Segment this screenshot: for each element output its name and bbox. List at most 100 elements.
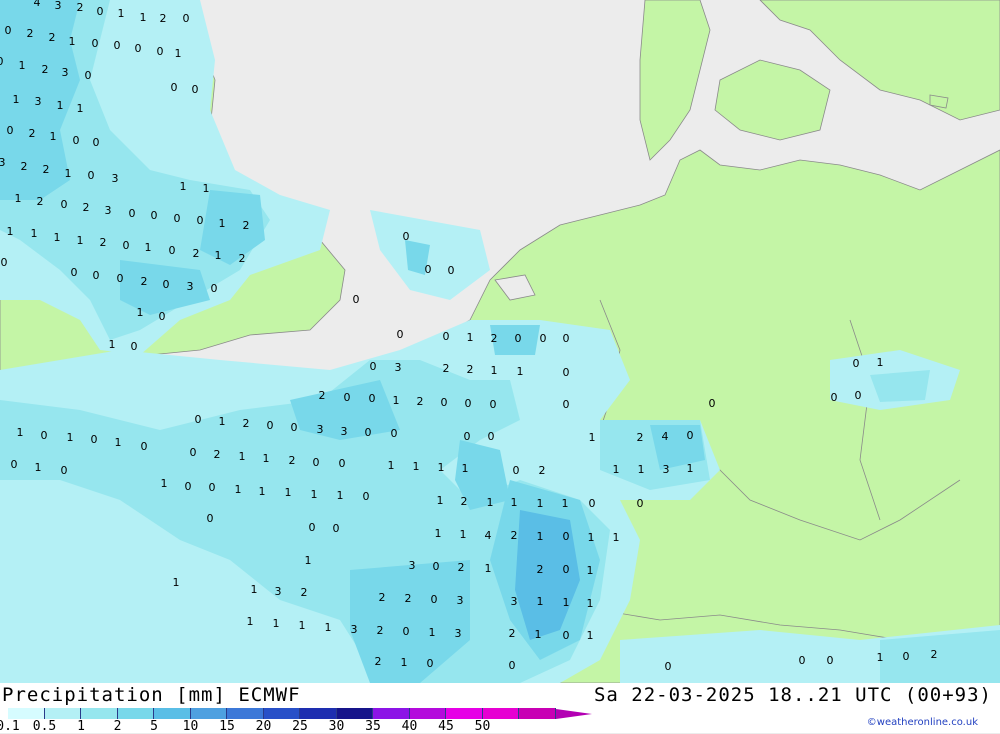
legend-swatch (446, 708, 483, 719)
precip-value-label: 0 (61, 198, 68, 211)
precip-value-label: 1 (393, 394, 400, 407)
legend-tick-label: 2 (113, 719, 122, 734)
precip-value-label: 0 (71, 266, 78, 279)
precip-value-label: 1 (54, 231, 61, 244)
precip-value-label: 3 (35, 95, 42, 108)
precip-value-label: 1 (638, 463, 645, 476)
precip-value-label: 1 (401, 656, 408, 669)
precip-value-label: 0 (0, 55, 4, 68)
precip-value-label: 1 (877, 356, 884, 369)
precip-value-label: 1 (69, 35, 76, 48)
precip-value-label: 0 (41, 429, 48, 442)
precip-value-label: 0 (91, 433, 98, 446)
legend-swatch (81, 708, 118, 719)
precip-value-label: 0 (97, 5, 104, 18)
precip-value-label: 1 (462, 462, 469, 475)
precip-value-label: 0 (192, 83, 199, 96)
precip-value-label: 0 (464, 430, 471, 443)
precip-value-label: 1 (485, 562, 492, 575)
precip-value-label: 0 (391, 427, 398, 440)
legend-tick-label: 10 (182, 719, 199, 734)
precip-value-label: 1 (589, 431, 596, 444)
legend-tick-label: 35 (365, 719, 381, 734)
precip-value-label: 0 (903, 650, 910, 663)
precip-value-label: 2 (243, 417, 250, 430)
precip-value-label: 2 (77, 1, 84, 14)
precip-value-label: 1 (118, 7, 125, 20)
precip-value-label: 0 (1, 256, 8, 269)
precip-value-label: 1 (173, 576, 180, 589)
precip-value-label: 1 (215, 249, 222, 262)
precip-value-label: 1 (535, 628, 542, 641)
precip-value-label: 4 (34, 0, 41, 9)
precip-value-label: 1 (487, 496, 494, 509)
precip-value-label: 1 (175, 47, 182, 60)
precip-value-label: 1 (587, 629, 594, 642)
precip-value-label: 0 (563, 629, 570, 642)
precip-value-label: 0 (169, 244, 176, 257)
precip-value-label: 1 (203, 182, 210, 195)
precip-value-label: 0 (443, 330, 450, 343)
precip-value-label: 1 (438, 461, 445, 474)
precip-value-label: 0 (197, 214, 204, 227)
precip-value-label: 0 (563, 530, 570, 543)
precip-value-label: 1 (613, 463, 620, 476)
precip-value-label: 0 (853, 357, 860, 370)
precip-value-label: 1 (247, 615, 254, 628)
precip-value-label: 1 (537, 530, 544, 543)
precip-value-label: 2 (637, 431, 644, 444)
precip-value-label: 0 (190, 446, 197, 459)
precip-value-label: 3 (395, 361, 402, 374)
precip-value-label: 1 (145, 241, 152, 254)
precip-value-label: 1 (429, 626, 436, 639)
precip-value-label: 3 (351, 623, 358, 636)
precip-value-label: 1 (77, 234, 84, 247)
precip-value-label: 1 (67, 431, 74, 444)
precip-value-label: 2 (467, 363, 474, 376)
precip-value-label: 1 (325, 621, 332, 634)
precip-value-label: 1 (305, 554, 312, 567)
precip-value-label: 1 (251, 583, 258, 596)
precip-value-label: 1 (235, 483, 242, 496)
precip-value-label: 0 (448, 264, 455, 277)
precip-value-label: 1 (437, 494, 444, 507)
precip-value-label: 1 (687, 462, 694, 475)
precip-value-label: 0 (563, 366, 570, 379)
precip-value-label: 4 (662, 430, 669, 443)
precip-value-label: 2 (931, 648, 938, 661)
precip-value-label: 1 (587, 564, 594, 577)
precip-value-label: 1 (273, 617, 280, 630)
precip-value-label: 2 (461, 495, 468, 508)
legend-swatch (336, 708, 373, 719)
precip-value-label: 1 (587, 597, 594, 610)
precip-value-label: 0 (114, 39, 121, 52)
precip-value-label: 2 (83, 201, 90, 214)
precip-value-label: 2 (42, 63, 49, 76)
precip-value-label: 3 (317, 423, 324, 436)
precip-value-label: 2 (243, 219, 250, 232)
precip-value-label: 0 (291, 421, 298, 434)
credit-link[interactable]: ©weatheronline.co.uk (867, 717, 978, 728)
precip-value-label: 2 (141, 275, 148, 288)
precip-value-label: 0 (185, 480, 192, 493)
precip-value-label: 0 (163, 278, 170, 291)
legend-tick-labels: 0.1 0.5 1 2 5 10 15 20 25 30 35 40 45 50 (0, 719, 520, 734)
legend-swatch (482, 708, 519, 719)
precip-value-label: 1 (517, 365, 524, 378)
precip-value-label: 0 (509, 659, 516, 672)
precip-value-label: 0 (207, 512, 214, 525)
legend-tick-label: 30 (328, 719, 345, 734)
legend-swatch (373, 708, 410, 719)
precip-value-label: 0 (267, 419, 274, 432)
precip-value-label: 2 (375, 655, 382, 668)
precip-value-label: 1 (7, 225, 14, 238)
precip-value-label: 1 (15, 192, 22, 205)
legend-tick-label: 50 (474, 719, 491, 734)
precip-value-label: 2 (37, 195, 44, 208)
precip-value-label: 0 (211, 282, 218, 295)
legend-swatch (263, 708, 300, 719)
legend-tick-label: 45 (438, 719, 454, 734)
precip-value-label: 1 (140, 11, 147, 24)
precip-value-label: 0 (363, 490, 370, 503)
precip-value-label: 0 (157, 45, 164, 58)
